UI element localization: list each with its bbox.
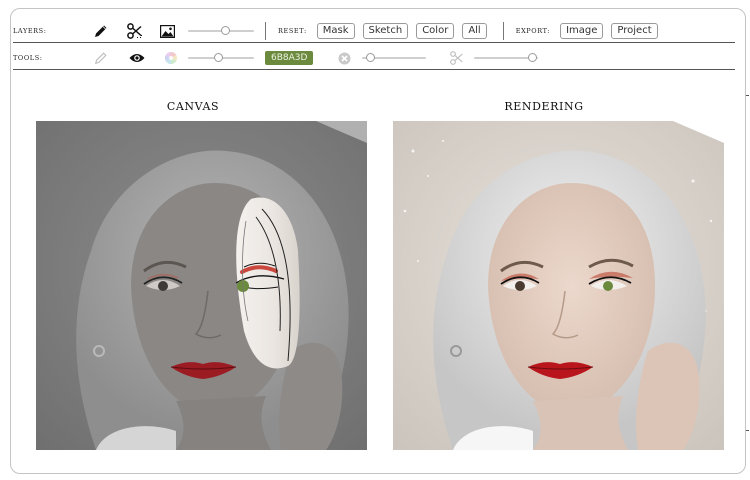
opacity-slider[interactable] bbox=[362, 52, 427, 64]
reset-sketch-button[interactable]: Sketch bbox=[362, 23, 409, 39]
reset-mask-button[interactable]: Mask bbox=[316, 23, 355, 39]
image-icon[interactable] bbox=[158, 22, 176, 40]
slider-thumb[interactable] bbox=[214, 53, 223, 62]
rendering-panel bbox=[393, 121, 724, 450]
reset-label: RESET: bbox=[278, 27, 307, 35]
canvas-panel[interactable] bbox=[36, 121, 367, 450]
reset-all-button[interactable]: All bbox=[462, 23, 487, 39]
rendering-portrait-image bbox=[393, 121, 724, 450]
brush-size-slider[interactable] bbox=[188, 52, 254, 64]
eye-icon[interactable] bbox=[128, 49, 146, 67]
color-wheel-icon[interactable] bbox=[162, 49, 180, 67]
canvas-portrait-image bbox=[36, 121, 367, 450]
canvas-title: CANVAS bbox=[166, 100, 220, 113]
tools-label: TOOLS: bbox=[13, 54, 43, 62]
layers-label: LAYERS: bbox=[13, 27, 47, 35]
edge-mark bbox=[746, 430, 749, 431]
toolbar-separator bbox=[265, 22, 266, 40]
pencil-icon[interactable] bbox=[92, 22, 110, 40]
slider-thumb[interactable] bbox=[366, 53, 376, 62]
layers-toolbar-row: LAYERS: RESET: Mask Sketch Color All EXP… bbox=[13, 19, 733, 43]
slider-thumb[interactable] bbox=[528, 53, 538, 62]
toolbar-divider bbox=[13, 42, 735, 43]
export-image-button[interactable]: Image bbox=[560, 23, 604, 39]
close-circle-icon[interactable] bbox=[335, 49, 353, 67]
scissors-icon[interactable] bbox=[448, 49, 466, 67]
export-project-button[interactable]: Project bbox=[611, 23, 658, 39]
toolbar-divider bbox=[13, 69, 735, 70]
cut-size-slider[interactable] bbox=[474, 52, 539, 64]
edge-mark bbox=[746, 95, 749, 96]
color-hex-badge[interactable]: 6B8A3D bbox=[265, 51, 314, 65]
toolbar-separator bbox=[502, 22, 504, 40]
layers-opacity-slider[interactable] bbox=[188, 25, 254, 37]
pencil-icon[interactable] bbox=[92, 49, 110, 67]
slider-thumb[interactable] bbox=[221, 26, 230, 35]
rendering-title: RENDERING bbox=[504, 100, 584, 113]
export-label: EXPORT: bbox=[515, 27, 551, 35]
tools-toolbar-row: TOOLS: 6B8A3D bbox=[13, 46, 733, 70]
reset-color-button[interactable]: Color bbox=[416, 23, 455, 39]
scissors-icon[interactable] bbox=[126, 22, 144, 40]
